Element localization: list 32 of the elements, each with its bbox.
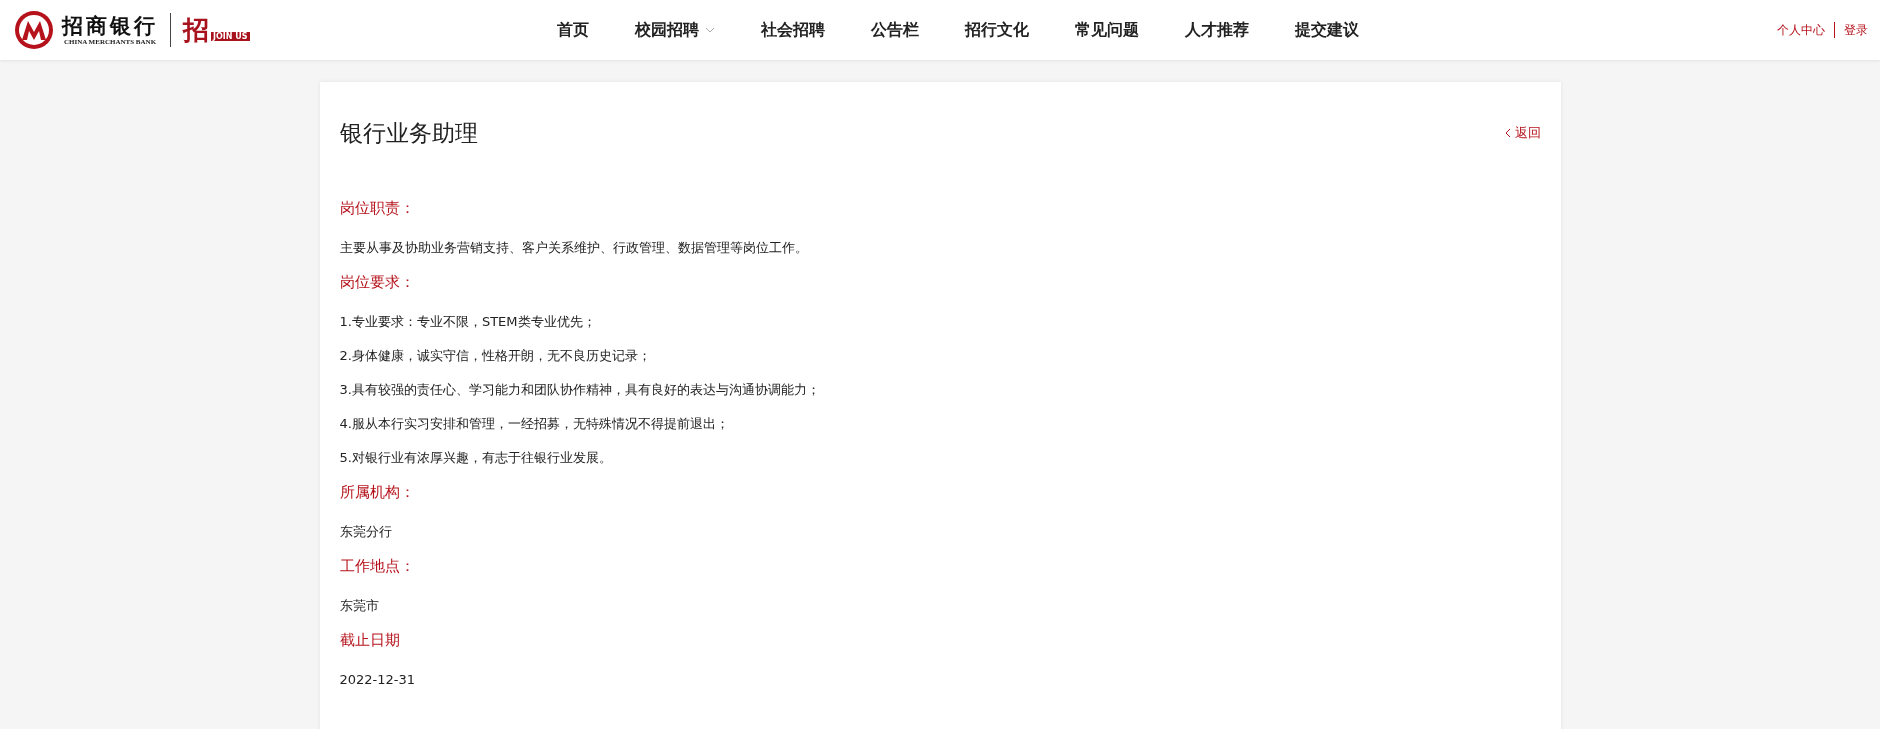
section-heading: 截止日期 [339, 630, 401, 650]
nav-link[interactable]: 校园招聘 [612, 19, 738, 41]
section-heading: 所属机构： [339, 482, 416, 502]
section-text: 东莞市 [339, 597, 380, 615]
user-link[interactable]: 登录 [1844, 21, 1868, 39]
nav-link[interactable]: 提交建议 [1272, 19, 1382, 41]
user-link[interactable]: 个人中心 [1777, 21, 1825, 39]
caret-icon [705, 27, 715, 33]
nav-link[interactable]: 社会招聘 [738, 19, 848, 41]
section-text: 1.专业要求：专业不限，STEM类专业优先； [339, 313, 597, 331]
section-text: 5.对银行业有浓厚兴趣，有志于往银行业发展。 [339, 449, 613, 467]
nav-link[interactable]: 首页 [534, 19, 612, 41]
section-heading: 岗位职责： [339, 198, 416, 218]
chevron-left-icon [1504, 128, 1511, 138]
nav-link[interactable]: 公告栏 [848, 19, 942, 41]
nav-link[interactable]: 常见问题 [1052, 19, 1162, 41]
section-text: 3.具有较强的责任心、学习能力和团队协作精神，具有良好的表达与沟通协调能力； [339, 381, 821, 399]
bank-logo-icon [14, 10, 54, 50]
nav-link[interactable]: 人才推荐 [1162, 19, 1272, 41]
section-text: 4.服从本行实习安排和管理，一经招募，无特殊情况不得提前退出； [339, 415, 730, 433]
campaign-logo-character: 招 [183, 16, 209, 44]
campaign-tag: JOIN US [211, 32, 250, 41]
bank-name: 招商银行 [62, 14, 158, 38]
nav-link[interactable]: 招行文化 [942, 19, 1052, 41]
section-heading: 工作地点： [339, 556, 416, 576]
section-text: 2022-12-31 [339, 671, 417, 689]
job-title: 银行业务助理 [339, 119, 478, 148]
section-heading: 岗位要求： [339, 272, 416, 292]
section-text: 主要从事及协助业务营销支持、客户关系维护、行政管理、数据管理等岗位工作。 [339, 239, 809, 257]
section-text: 东莞分行 [339, 523, 393, 541]
back-link[interactable]: 返回 [1504, 124, 1541, 142]
section-text: 2.身体健康，诚实守信，性格开朗，无不良历史记录； [339, 347, 652, 365]
